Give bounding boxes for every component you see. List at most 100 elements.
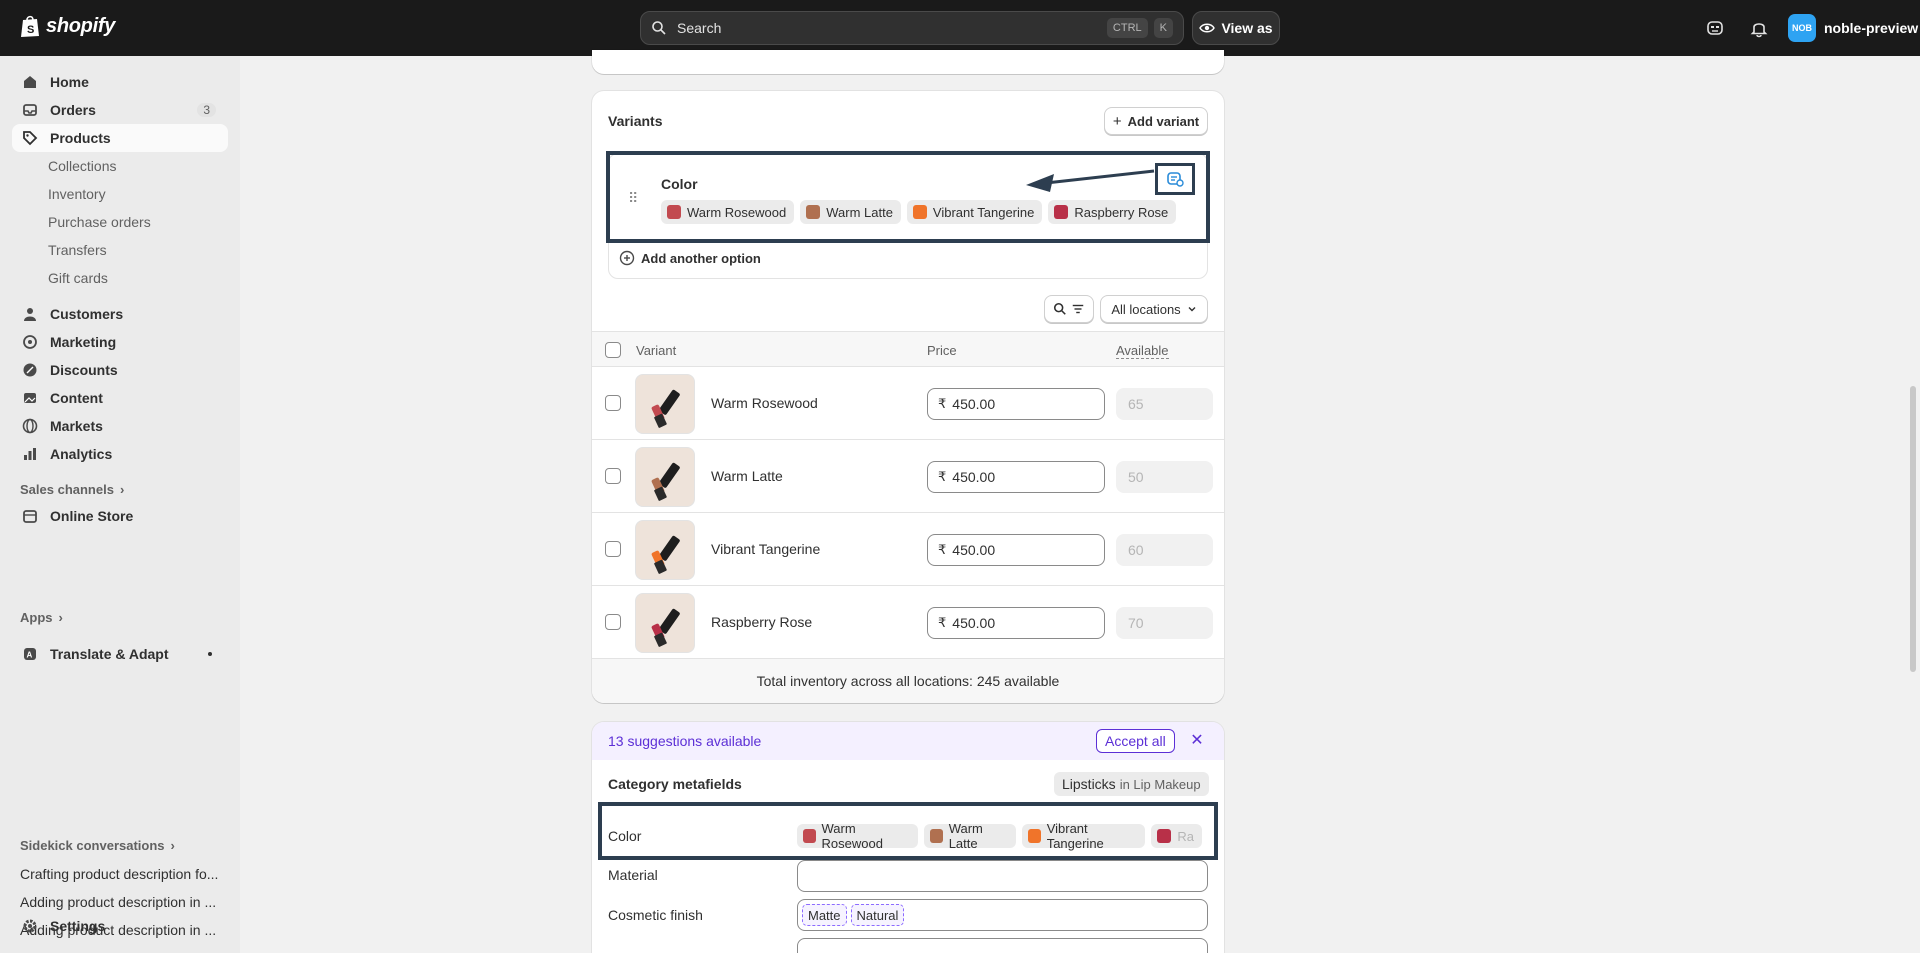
sidebar-item-online-store[interactable]: Online Store <box>12 502 228 530</box>
price-input[interactable]: ₹450.00 <box>927 534 1105 566</box>
accept-all-button[interactable]: Accept all <box>1096 729 1175 753</box>
apps-heading[interactable]: Apps › <box>20 610 63 625</box>
sidebar-item-gift-cards[interactable]: Gift cards <box>48 268 108 288</box>
row-checkbox[interactable] <box>605 395 621 411</box>
sales-channels-heading[interactable]: Sales channels › <box>20 482 124 497</box>
svg-text:A: A <box>27 651 33 660</box>
sidebar-item-translate[interactable]: A Translate & Adapt <box>12 640 228 668</box>
row-checkbox[interactable] <box>605 614 621 630</box>
next-metafield-field[interactable] <box>797 938 1208 953</box>
close-icon[interactable]: ✕ <box>1188 732 1206 750</box>
sidebar-item-discounts[interactable]: Discounts <box>12 356 228 384</box>
filter-icon <box>1072 304 1084 314</box>
sidebar-label-orders: Orders <box>50 102 96 118</box>
sidebar-item-marketing[interactable]: Marketing <box>12 328 228 356</box>
table-row[interactable]: Vibrant Tangerine ₹450.00 60 <box>592 513 1224 586</box>
table-row[interactable]: Raspberry Rose ₹450.00 70 <box>592 586 1224 659</box>
sidebar-item-collections[interactable]: Collections <box>48 156 116 176</box>
material-label: Material <box>608 867 658 883</box>
sidebar-item-settings[interactable]: Settings <box>12 912 228 940</box>
variant-name[interactable]: Raspberry Rose <box>711 614 812 630</box>
search-filter-button[interactable] <box>1044 295 1094 323</box>
store-name: noble-preview <box>1824 20 1919 36</box>
sidebar-item-inventory[interactable]: Inventory <box>48 184 106 204</box>
page-scrollbar[interactable] <box>1910 386 1916 672</box>
price-value: 450.00 <box>952 396 996 412</box>
variant-name[interactable]: Warm Latte <box>711 468 783 484</box>
price-input[interactable]: ₹450.00 <box>927 461 1105 493</box>
price-input[interactable]: ₹450.00 <box>927 388 1105 420</box>
variant-name[interactable]: Vibrant Tangerine <box>711 541 820 557</box>
variant-thumbnail[interactable] <box>635 374 695 434</box>
price-input[interactable]: ₹450.00 <box>927 607 1105 639</box>
sidekick-heading[interactable]: Sidekick conversations › <box>20 838 175 853</box>
sidebar-item-transfers[interactable]: Transfers <box>48 240 107 260</box>
sidebar-item-products[interactable]: Products <box>12 124 228 152</box>
sidekick-icon[interactable] <box>1705 18 1725 38</box>
sidebar-item-home[interactable]: Home <box>12 68 228 96</box>
sidebar-item-customers[interactable]: Customers <box>12 300 228 328</box>
table-row[interactable]: Warm Latte ₹450.00 50 <box>592 440 1224 513</box>
row-checkbox[interactable] <box>605 541 621 557</box>
metafield-link-icon[interactable] <box>1166 170 1184 188</box>
select-all-checkbox[interactable] <box>605 342 621 358</box>
sales-channels-label: Sales channels <box>20 482 114 497</box>
locations-select[interactable]: All locations <box>1100 295 1208 323</box>
kbd-k: K <box>1153 18 1173 38</box>
table-row[interactable]: Warm Rosewood ₹450.00 65 <box>592 367 1224 440</box>
variant-thumbnail[interactable] <box>635 447 695 507</box>
bell-icon[interactable] <box>1749 18 1769 38</box>
product-card-cutoff <box>592 50 1224 74</box>
view-as-button[interactable]: View as <box>1192 11 1280 45</box>
sidekick-label: Sidekick conversations <box>20 838 165 853</box>
cosmetic-finish-field[interactable]: Matte Natural <box>797 899 1208 931</box>
sidebar-label-customers: Customers <box>50 306 124 322</box>
variant-thumbnail[interactable] <box>635 520 695 580</box>
search-bar[interactable]: Search CTRL K <box>640 11 1184 45</box>
search-icon <box>1053 302 1066 315</box>
category-parent: in Lip Makeup <box>1119 776 1201 792</box>
sidekick-conversation[interactable]: Adding product description in ... <box>20 894 224 910</box>
image-icon <box>24 393 36 403</box>
sidebar-item-markets[interactable]: Markets <box>12 412 228 440</box>
row-checkbox[interactable] <box>605 468 621 484</box>
eye-icon <box>1199 23 1216 33</box>
sidebar-item-content[interactable]: Content <box>12 384 228 412</box>
variant-thumbnail[interactable] <box>635 593 695 653</box>
sidebar-label-translate: Translate & Adapt <box>50 646 169 662</box>
top-bar: S shopify Search CTRL K View as NOB nobl… <box>0 0 1920 56</box>
tag-icon <box>23 131 38 146</box>
category-tag[interactable]: Lipsticks in Lip Makeup <box>1054 772 1209 796</box>
sidebar-item-orders[interactable]: Orders 3 <box>12 96 228 124</box>
sidebar-label-marketing: Marketing <box>50 334 117 350</box>
finish-suggestion-chip[interactable]: Natural <box>850 904 905 926</box>
person-icon <box>24 308 36 321</box>
sidebar-label-discounts: Discounts <box>50 362 118 378</box>
add-option-label: Add another option <box>641 250 761 266</box>
variant-name[interactable]: Warm Rosewood <box>711 395 818 411</box>
finish-suggestion-chip[interactable]: Matte <box>802 904 847 926</box>
col-available[interactable]: Available <box>1116 343 1169 359</box>
col-price: Price <box>927 343 957 358</box>
sidebar-label-home: Home <box>50 74 89 90</box>
chevron-right-icon: › <box>119 482 125 497</box>
account-menu[interactable]: NOB noble-preview <box>1788 14 1918 42</box>
add-option-row[interactable]: Add another option <box>619 250 761 266</box>
store-icon <box>23 510 37 523</box>
currency-symbol: ₹ <box>938 542 947 557</box>
sidebar: Home Orders 3 Products Collections Inven… <box>0 56 240 953</box>
chevron-down-icon <box>1188 307 1196 312</box>
sidebar-label-settings: Settings <box>50 918 106 934</box>
add-variant-button[interactable]: + Add variant <box>1104 107 1208 135</box>
orders-count-badge: 3 <box>197 103 216 117</box>
globe-icon <box>22 418 38 434</box>
shopify-logo[interactable]: S shopify <box>20 14 115 38</box>
sidebar-item-analytics[interactable]: Analytics <box>12 440 228 468</box>
col-variant[interactable]: Variant <box>636 343 676 358</box>
sidebar-label-analytics: Analytics <box>50 446 113 462</box>
lipstick-image <box>651 608 680 647</box>
material-field[interactable] <box>797 860 1208 892</box>
sidebar-item-purchase-orders[interactable]: Purchase orders <box>48 212 151 232</box>
available-input: 70 <box>1116 607 1213 639</box>
sidekick-conversation[interactable]: Crafting product description fo... <box>20 866 224 882</box>
